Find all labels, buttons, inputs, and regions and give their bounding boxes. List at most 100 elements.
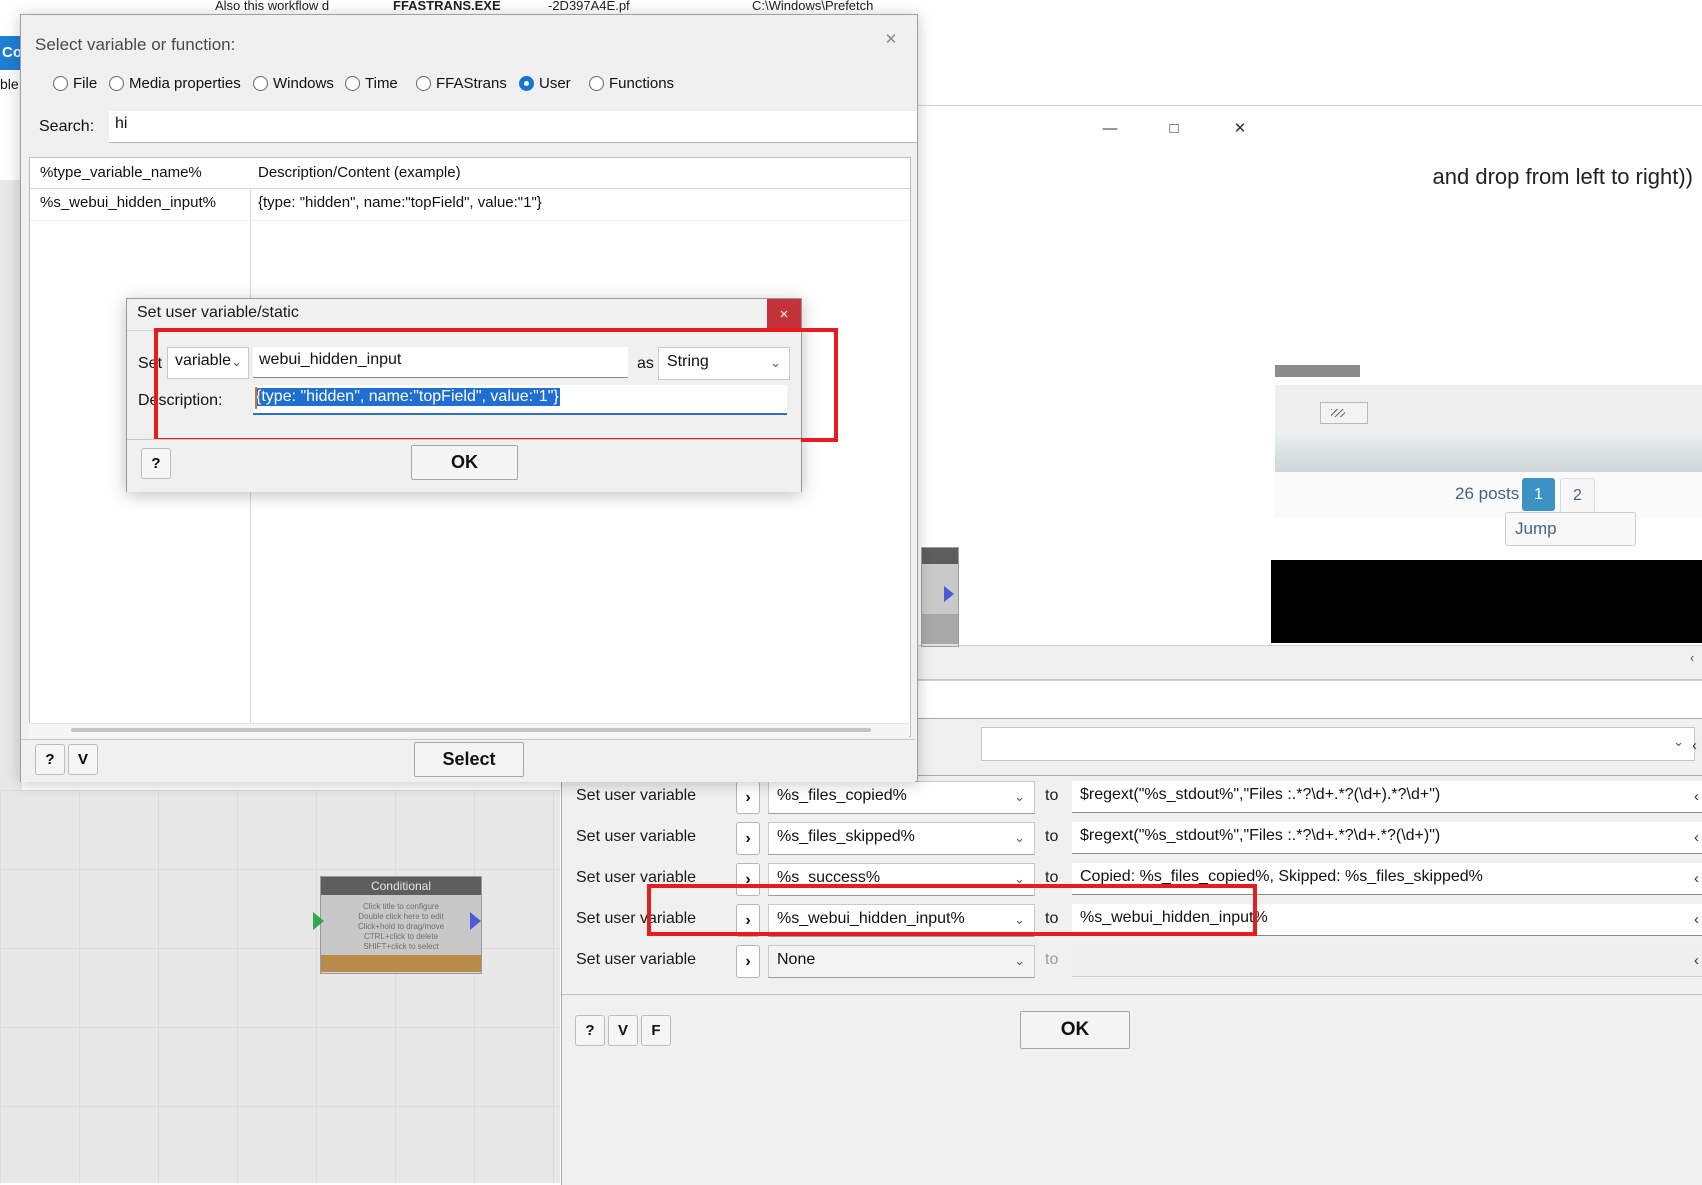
canvas-grid [0,790,560,1183]
set-user-variable-row: Set user variable › %s_files_skipped% ⌄ … [562,817,1702,858]
help-button[interactable]: ? [141,448,171,479]
row-expand-icon[interactable]: ‹ [1694,829,1699,846]
small-node-footer [922,614,958,644]
video-player-area [1271,560,1702,643]
variable-select[interactable]: None ⌄ [768,945,1035,978]
conditional-node-footer [321,955,481,972]
table-header: %type_variable_name% Description/Content… [30,158,910,189]
browser-gradient-panel [1275,430,1702,473]
page-1-button[interactable]: 1 [1522,478,1555,511]
row-expand-icon[interactable]: ‹ [1694,870,1699,887]
category-radio-group: File Media properties Windows Time FFASt… [31,67,907,107]
placeholder-bar [1275,365,1360,377]
chevron-right-icon[interactable]: › [736,822,760,855]
radio-label: Time [365,75,398,92]
horizontal-scrollbar[interactable] [29,723,909,738]
browser-page-heading: and drop from left to right)) [906,152,1701,212]
search-label: Search: [39,118,95,135]
search-row: Search: hi [31,111,917,145]
node-input-arrow-icon [313,912,324,930]
value-input[interactable]: $regext("%s_stdout%","Files :.*?\d+.*?\d… [1072,822,1702,854]
radio-dot-icon [345,76,360,91]
insert-variable-button[interactable]: V [608,1015,638,1046]
posts-count-label: 26 posts [1455,484,1520,503]
pagination-row: 26 posts 1 2 [1275,472,1702,518]
variable-select[interactable]: %s_files_copied% ⌄ [768,781,1035,814]
radio-label: FFAStrans [436,75,507,92]
value-input-text: $regext("%s_stdout%","Files :.*?\d+.*?(\… [1080,786,1441,803]
row-expand-icon[interactable]: ‹ [1694,788,1699,805]
search-input[interactable]: hi [109,111,917,143]
dialog-footer: ? OK [127,439,801,492]
radio-label: File [73,75,98,92]
radio-file[interactable]: File [53,75,97,92]
help-button[interactable]: ? [35,744,65,775]
radio-media-properties[interactable]: Media properties [109,75,241,92]
set-user-variable-footer: ? V F OK [562,994,1702,1185]
radio-time[interactable]: Time [345,75,398,92]
select-variable-footer: ? V Select [21,739,915,782]
row-expand-icon[interactable]: ‹ [1694,911,1699,928]
close-icon[interactable]: × [767,299,801,330]
chevron-right-icon[interactable]: › [736,945,760,978]
dialog-title: Set user variable/static [137,304,299,321]
radio-dot-icon [589,76,604,91]
set-user-variable-static-dialog: Set user variable/static × Set variable … [126,298,838,492]
prefetch-exe-name: FFASTRANS.EXE [393,0,501,13]
left-edge-blue-tab[interactable]: Co [0,36,22,70]
page-2-button[interactable]: 2 [1560,478,1595,513]
browser-titlebar[interactable] [905,105,1702,153]
column-header-description: Description/Content (example) [258,164,461,181]
search-input-value: hi [115,115,128,132]
chevron-down-icon: ⌄ [1014,953,1025,968]
value-input[interactable] [1072,945,1702,977]
taskbar-top-strip: Also this workflow d FFASTRANS.EXE -2D39… [0,0,1702,14]
left-edge-blue-tab-label: Co [2,44,22,61]
radio-label: User [539,75,571,92]
minimize-icon[interactable]: — [1087,105,1133,151]
scrollbar-thumb[interactable] [71,728,871,732]
node-output-arrow-icon [470,912,481,930]
radio-dot-icon [109,76,124,91]
close-icon[interactable]: ✕ [1217,105,1263,151]
table-row[interactable]: %s_webui_hidden_input% {type: "hidden", … [30,189,910,221]
row-expand-icon[interactable]: ‹ [1694,952,1699,969]
scroll-left-icon[interactable]: ‹ [1690,650,1694,665]
radio-functions[interactable]: Functions [589,75,674,92]
conditional-node-title[interactable]: Conditional [321,877,481,895]
insert-function-button[interactable]: F [641,1015,671,1046]
column-header-name: %type_variable_name% [40,164,202,181]
radio-label: Media properties [129,75,241,92]
radio-ffastrans[interactable]: FFAStrans [416,75,507,92]
variable-select[interactable]: %s_files_skipped% ⌄ [768,822,1035,855]
chevron-right-icon[interactable]: › [736,781,760,814]
close-icon[interactable]: ✕ [874,24,908,54]
chevron-down-icon: ⌄ [1014,830,1025,845]
help-button[interactable]: ? [575,1015,605,1046]
radio-windows[interactable]: Windows [253,75,334,92]
radio-user[interactable]: User [519,75,571,92]
radio-label: Functions [609,75,675,92]
workflow-canvas[interactable] [0,790,560,1183]
select-button[interactable]: Select [414,742,524,777]
resize-grip-icon[interactable] [1320,402,1368,424]
set-user-variable-row-empty: Set user variable › None ⌄ to ‹ [562,940,1702,981]
insert-variable-button[interactable]: V [68,744,98,775]
radio-dot-icon [416,76,431,91]
ok-button[interactable]: OK [1020,1011,1130,1049]
dialog-title: Select variable or function: [35,35,236,54]
jump-button[interactable]: Jump [1505,512,1636,546]
value-input[interactable]: $regext("%s_stdout%","Files :.*?\d+.*?(\… [1072,781,1702,813]
row-label: Set user variable [576,951,697,968]
top-row-arrow-icon[interactable]: ‹ [1692,737,1697,754]
highlight-annotation-box [154,328,838,442]
row-label: Set user variable [576,787,697,804]
variable-select-value: None [777,951,816,968]
workflow-node-conditional[interactable]: Conditional Click title to configure Doub… [320,876,482,974]
maximize-icon[interactable]: □ [1151,105,1197,151]
top-row-combobox[interactable]: ⌄ [981,727,1695,761]
ok-button[interactable]: OK [411,445,518,480]
highlight-annotation-box [647,884,1257,936]
radio-dot-icon [519,76,534,91]
prefetch-path: C:\Windows\Prefetch [752,0,874,13]
